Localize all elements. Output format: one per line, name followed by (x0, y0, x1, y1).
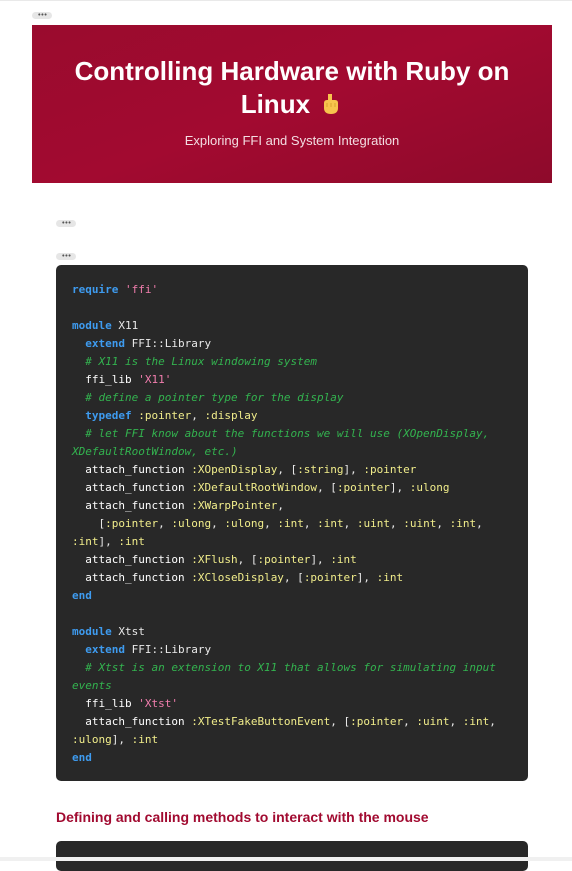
more-dots-icon: ••• (37, 11, 47, 19)
bottom-divider (0, 857, 572, 861)
code-content: require 'ffi' module X11 extend FFI::Lib… (72, 283, 503, 764)
code-block-ffi-modules[interactable]: require 'ffi' module X11 extend FFI::Lib… (56, 265, 528, 781)
more-options-button[interactable]: ••• (32, 12, 52, 19)
more-options-button[interactable]: ••• (56, 220, 76, 227)
page-subtitle: Exploring FFI and System Integration (184, 133, 400, 148)
pointing-down-hand-icon (324, 94, 339, 114)
more-dots-icon: ••• (61, 219, 71, 227)
more-dots-icon: ••• (61, 252, 71, 260)
page-title: Controlling Hardware with Ruby on Linux (74, 56, 510, 119)
code-block-mouse-methods[interactable] (56, 841, 528, 871)
section-heading: Defining and calling methods to interact… (56, 809, 429, 825)
top-divider (0, 0, 572, 1)
more-options-button[interactable]: ••• (56, 253, 76, 260)
hero-banner: Controlling Hardware with Ruby on Linux … (32, 25, 552, 183)
